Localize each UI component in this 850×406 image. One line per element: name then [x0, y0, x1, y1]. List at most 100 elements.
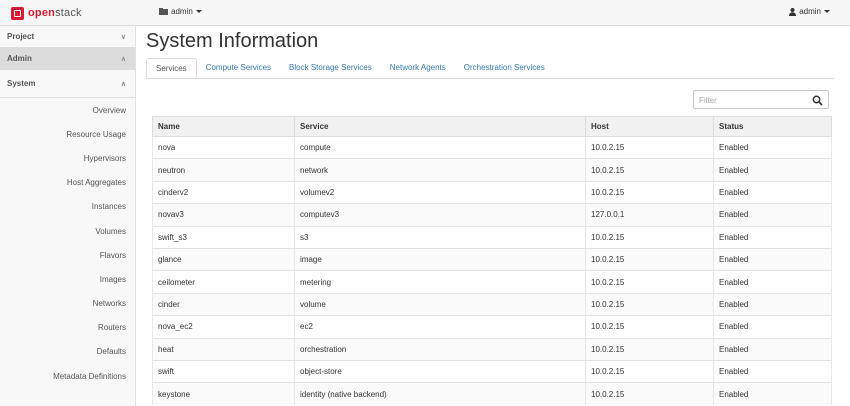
sidebar: Project ∨ Admin ∧ System ∧ Overview Reso… — [0, 26, 136, 406]
openstack-logo[interactable]: openstack — [11, 6, 82, 20]
cell-status: Enabled — [713, 315, 832, 339]
table-row: novav3 computev3 127.0.0.1 Enabled — [152, 203, 832, 227]
sidebar-item-label: Flavors — [99, 250, 126, 260]
sidebar-section-label: System — [7, 79, 36, 88]
cell-name: novav3 — [152, 203, 295, 227]
cell-status: Enabled — [713, 203, 832, 227]
cell-status: Enabled — [713, 382, 832, 406]
cell-name: cinder — [152, 292, 295, 316]
sidebar-item-label: Hypervisors — [83, 153, 126, 163]
cell-name: neutron — [152, 158, 295, 182]
sidebar-item-label: Images — [99, 274, 126, 284]
cell-status: Enabled — [713, 292, 832, 316]
sidebar-item-resource-usage[interactable]: Resource Usage — [0, 122, 135, 146]
cell-host: 10.0.2.15 — [585, 359, 714, 383]
cell-host: 127.0.0.1 — [585, 203, 714, 227]
table-row: swift object-store 10.0.2.15 Enabled — [152, 359, 832, 383]
cell-name: keystone — [152, 382, 295, 406]
table-row: nova_ec2 ec2 10.0.2.15 Enabled — [152, 315, 832, 339]
column-header-status[interactable]: Status — [713, 116, 832, 137]
cell-status: Enabled — [713, 270, 832, 294]
table-header-row: Name Service Host Status — [152, 116, 832, 137]
cell-host: 10.0.2.15 — [585, 135, 714, 159]
cell-status: Enabled — [713, 135, 832, 159]
cell-status: Enabled — [713, 359, 832, 383]
tab-compute-services[interactable]: Compute Services — [197, 58, 280, 78]
sidebar-section-system[interactable]: System ∧ — [0, 70, 135, 98]
cell-status: Enabled — [713, 158, 832, 182]
openstack-logo-icon — [11, 6, 24, 20]
cell-host: 10.0.2.15 — [585, 247, 714, 271]
column-header-host[interactable]: Host — [585, 116, 714, 137]
cell-name: nova — [152, 135, 295, 159]
caret-down-icon — [195, 10, 202, 13]
cell-service: network — [294, 158, 586, 182]
cell-name: swift_s3 — [152, 225, 295, 249]
sidebar-item-label: Routers — [97, 323, 126, 333]
filter-input[interactable] — [697, 92, 811, 109]
sidebar-item-overview[interactable]: Overview — [0, 98, 135, 122]
sidebar-item-label: Resource Usage — [66, 129, 126, 139]
sidebar-section-project[interactable]: Project ∨ — [0, 26, 135, 48]
cell-status: Enabled — [713, 180, 832, 204]
sidebar-item-label: Host Aggregates — [66, 178, 126, 188]
sidebar-item-label: Networks — [92, 299, 126, 309]
table-row: nova compute 10.0.2.15 Enabled — [152, 135, 832, 159]
main-content: System Information Services Compute Serv… — [146, 26, 850, 406]
brand-suffix: stack — [55, 7, 82, 19]
column-header-name[interactable]: Name — [152, 116, 295, 137]
tab-network-agents[interactable]: Network Agents — [381, 58, 455, 78]
project-dropdown-label: admin — [171, 7, 193, 16]
sidebar-item-images[interactable]: Images — [0, 267, 135, 291]
sidebar-section-admin[interactable]: Admin ∧ — [0, 48, 135, 70]
table-row: ceilometer metering 10.0.2.15 Enabled — [152, 270, 832, 294]
sidebar-item-defaults[interactable]: Defaults — [0, 340, 135, 364]
cell-service: image — [294, 247, 586, 271]
cell-name: ceilometer — [152, 270, 295, 294]
sidebar-item-label: Metadata Definitions — [53, 371, 126, 381]
table-row: cinder volume 10.0.2.15 Enabled — [152, 292, 832, 316]
user-dropdown[interactable]: admin — [789, 7, 830, 16]
sidebar-item-volumes[interactable]: Volumes — [0, 219, 135, 243]
cell-name: nova_ec2 — [152, 315, 295, 339]
cell-host: 10.0.2.15 — [585, 315, 714, 339]
sidebar-item-hypervisors[interactable]: Hypervisors — [0, 146, 135, 170]
column-header-service[interactable]: Service — [294, 116, 586, 137]
tab-services[interactable]: Services — [146, 58, 197, 78]
sidebar-item-routers[interactable]: Routers — [0, 316, 135, 340]
sidebar-item-flavors[interactable]: Flavors — [0, 243, 135, 267]
caret-down-icon — [824, 10, 830, 13]
cell-host: 10.0.2.15 — [585, 382, 714, 406]
cell-service: metering — [294, 270, 586, 294]
sidebar-item-label: Defaults — [96, 347, 126, 357]
tab-bar: Services Compute Services Block Storage … — [146, 58, 834, 79]
user-dropdown-label: admin — [799, 7, 821, 16]
cell-service: object-store — [294, 359, 586, 383]
sidebar-item-label: Overview — [92, 105, 126, 115]
cell-service: identity (native backend) — [294, 382, 586, 406]
tab-block-storage-services[interactable]: Block Storage Services — [280, 58, 381, 78]
cell-name: cinderv2 — [152, 180, 295, 204]
cell-service: s3 — [294, 225, 586, 249]
cell-host: 10.0.2.15 — [585, 337, 714, 361]
table-row: heat orchestration 10.0.2.15 Enabled — [152, 337, 832, 361]
brand-prefix: open — [28, 7, 56, 19]
sidebar-section-label: Admin — [7, 54, 32, 63]
sidebar-item-host-aggregates[interactable]: Host Aggregates — [0, 171, 135, 195]
sidebar-item-instances[interactable]: Instances — [0, 195, 135, 219]
project-dropdown[interactable]: admin — [159, 7, 202, 16]
search-icon[interactable] — [812, 95, 823, 106]
sidebar-item-label: Instances — [91, 202, 126, 212]
cell-status: Enabled — [713, 225, 832, 249]
cell-service: compute — [294, 135, 586, 159]
table-row: keystone identity (native backend) 10.0.… — [152, 382, 832, 406]
user-icon — [789, 7, 797, 16]
tab-orchestration-services[interactable]: Orchestration Services — [455, 58, 554, 78]
cell-host: 10.0.2.15 — [585, 158, 714, 182]
sidebar-item-networks[interactable]: Networks — [0, 292, 135, 316]
chevron-up-icon: ∧ — [120, 55, 126, 63]
table-row: swift_s3 s3 10.0.2.15 Enabled — [152, 225, 832, 249]
cell-service: ec2 — [294, 315, 586, 339]
sidebar-item-metadata-definitions[interactable]: Metadata Definitions — [0, 364, 135, 388]
page-title: System Information — [146, 30, 319, 52]
